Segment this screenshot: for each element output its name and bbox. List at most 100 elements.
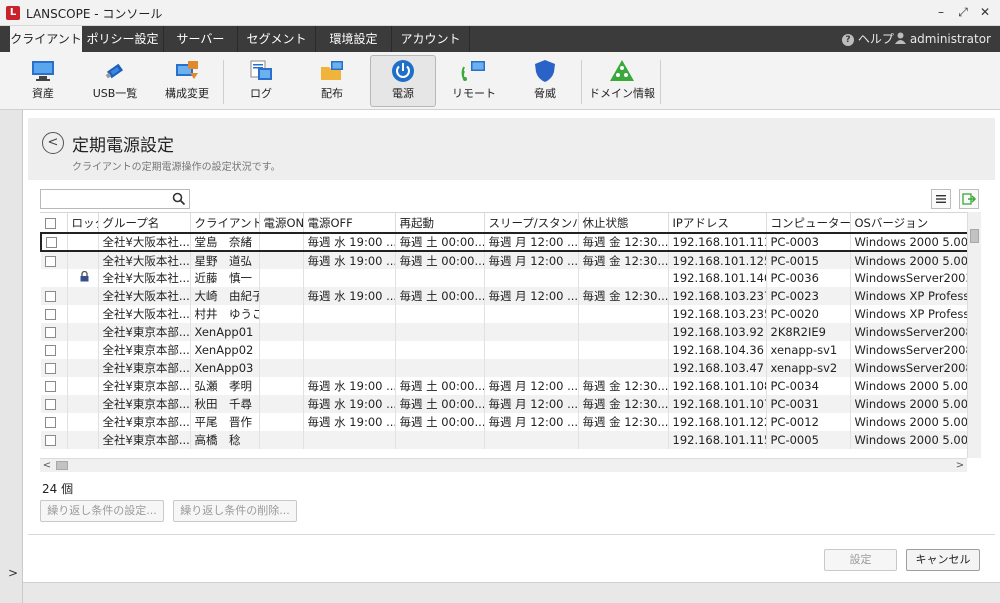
- tab-policy[interactable]: ポリシー設定: [82, 26, 164, 52]
- help-link[interactable]: ? ヘルプ: [842, 26, 894, 52]
- search-input[interactable]: [40, 189, 190, 209]
- tool-log[interactable]: ログ: [232, 56, 290, 108]
- table-cell: 毎週 水 19:00 ...: [303, 377, 396, 395]
- column-header[interactable]: コンピューター名: [766, 213, 851, 234]
- user-name: administrator: [909, 32, 991, 46]
- tab-environment[interactable]: 環境設定: [316, 26, 392, 52]
- maximize-button[interactable]: ⤢: [952, 3, 974, 21]
- row-checkbox[interactable]: [45, 327, 56, 338]
- list-icon: [936, 195, 946, 203]
- table-cell: 毎週 土 00:00...: [395, 287, 485, 305]
- table-row[interactable]: 全社¥大阪本社... 堂島 奈緒 毎週 水 19:00 ... 毎週 土 00:00.…: [40, 232, 967, 252]
- table-cell: 2K8R2IE9: [766, 323, 851, 341]
- column-header[interactable]: クライアント名: [190, 213, 260, 234]
- table-row[interactable]: 全社¥東京本部... 秋田 千尋 毎週 水 19:00 ... 毎週 土 00:00.…: [41, 395, 967, 413]
- table-cell: [484, 305, 579, 323]
- tool-usb[interactable]: USB一覧: [86, 56, 144, 108]
- table-row[interactable]: 全社¥東京本部... 高橋 稔 192.168.101.115 PC-0005 Wind…: [41, 431, 967, 449]
- column-header[interactable]: グループ名: [98, 213, 191, 234]
- row-checkbox[interactable]: [45, 255, 56, 267]
- lock-cell: [67, 395, 99, 413]
- table-cell: [484, 269, 579, 287]
- column-header-select[interactable]: [41, 213, 68, 234]
- table-cell: [578, 431, 669, 449]
- table-cell: 全社¥東京本部...: [98, 377, 191, 395]
- column-header[interactable]: 電源ON: [259, 213, 304, 234]
- row-checkbox[interactable]: [45, 435, 56, 446]
- app-logo-icon: L: [6, 6, 20, 20]
- close-button[interactable]: ✕: [974, 3, 996, 21]
- tool-config-change[interactable]: 構成変更: [158, 56, 216, 108]
- row-checkbox[interactable]: [45, 291, 56, 302]
- table-row[interactable]: 全社¥東京本部... XenApp03 192.168.103.47 xenapp-s…: [41, 359, 967, 377]
- table-row[interactable]: 全社¥大阪本社... 星野 道弘 毎週 水 19:00 ... 毎週 土 00:00.…: [41, 251, 967, 269]
- tool-domain-info[interactable]: ドメイン情報: [588, 56, 656, 108]
- tab-client[interactable]: クライアント: [10, 26, 82, 52]
- export-button[interactable]: [959, 189, 979, 209]
- row-checkbox[interactable]: [45, 309, 56, 320]
- column-header[interactable]: IPアドレス: [668, 213, 767, 234]
- vertical-scrollbar[interactable]: [967, 212, 981, 458]
- tab-server[interactable]: サーバー: [164, 26, 238, 52]
- table-cell: Windows 2000 5.00.: [850, 395, 967, 413]
- table-cell: xenapp-sv1: [766, 341, 851, 359]
- column-header[interactable]: 電源OFF: [303, 213, 396, 234]
- table-row[interactable]: 全社¥東京本部... 平尾 晋作 毎週 水 19:00 ... 毎週 土 00:00.…: [41, 413, 967, 431]
- repeat-condition-set-button[interactable]: 繰り返し条件の設定...: [40, 500, 164, 522]
- table-cell: [259, 413, 304, 431]
- horizontal-scrollbar[interactable]: < >: [40, 458, 967, 472]
- tool-distribute[interactable]: 配布: [303, 56, 361, 108]
- tool-remote[interactable]: リモート: [445, 56, 503, 108]
- scroll-right-arrow[interactable]: >: [953, 459, 967, 473]
- tab-segment[interactable]: セグメント: [238, 26, 316, 52]
- row-checkbox[interactable]: [45, 345, 56, 356]
- column-header[interactable]: 再起動: [395, 213, 485, 234]
- apply-button[interactable]: 設定: [824, 549, 897, 571]
- table-cell: 毎週 水 19:00 ...: [303, 251, 396, 269]
- horizontal-scroll-thumb[interactable]: [56, 461, 68, 470]
- column-header[interactable]: OSバージョン: [850, 213, 967, 234]
- tool-power[interactable]: 電源: [370, 55, 436, 107]
- user-menu[interactable]: administrator: [895, 26, 991, 52]
- table-cell: 全社¥大阪本社...: [98, 269, 191, 287]
- table-row[interactable]: 全社¥大阪本社... 村井 ゆうこ 192.168.103.235 PC-0020 Wi…: [41, 305, 967, 323]
- repeat-condition-delete-button[interactable]: 繰り返し条件の削除...: [173, 500, 297, 522]
- column-header[interactable]: 休止状態: [578, 213, 669, 234]
- table-row[interactable]: 全社¥大阪本社... 大崎 由紀子 毎週 水 19:00 ... 毎週 土 00:00…: [41, 287, 967, 305]
- column-header[interactable]: スリープ/スタンバイ: [484, 213, 579, 234]
- minimize-button[interactable]: –: [930, 3, 952, 21]
- tool-threat[interactable]: 脅威: [516, 56, 574, 108]
- table-row[interactable]: 全社¥東京本部... XenApp01 192.168.103.92 2K8R2IE9…: [41, 323, 967, 341]
- cancel-button[interactable]: キャンセル: [906, 549, 980, 571]
- row-select-cell: [41, 341, 68, 359]
- table-cell: 村井 ゆうこ: [190, 305, 260, 323]
- column-list-button[interactable]: [931, 189, 951, 209]
- row-checkbox[interactable]: [45, 417, 56, 428]
- monitor-icon: [32, 61, 54, 81]
- vertical-scroll-thumb[interactable]: [970, 229, 979, 243]
- row-checkbox[interactable]: [45, 381, 56, 392]
- back-button[interactable]: <: [42, 132, 64, 154]
- search-icon[interactable]: [172, 192, 186, 206]
- column-header[interactable]: ロック: [67, 213, 99, 234]
- table-cell: [303, 341, 396, 359]
- table-cell: [259, 359, 304, 377]
- row-checkbox[interactable]: [46, 237, 57, 248]
- tool-distribute-label: 配布: [321, 87, 343, 100]
- tab-account[interactable]: アカウント: [392, 26, 470, 52]
- table-row[interactable]: 全社¥大阪本社... 近藤 慎一 192.168.101.140 PC-0036 Win…: [41, 269, 967, 287]
- expand-panel-icon[interactable]: >: [8, 566, 18, 580]
- select-all-checkbox[interactable]: [45, 217, 56, 229]
- window-title: LANSCOPE - コンソール: [26, 7, 163, 21]
- toolbar-separator: [223, 60, 224, 104]
- scroll-left-arrow[interactable]: <: [40, 459, 54, 473]
- tool-remote-label: リモート: [452, 87, 496, 100]
- table-cell: 毎週 月 12:00 ...: [484, 287, 579, 305]
- table-cell: 毎週 金 12:30...: [578, 413, 669, 431]
- table-row[interactable]: 全社¥東京本部... 弘瀬 孝明 毎週 水 19:00 ... 毎週 土 00:00.…: [41, 377, 967, 395]
- table-cell: [259, 395, 304, 413]
- row-checkbox[interactable]: [45, 399, 56, 410]
- table-row[interactable]: 全社¥東京本部... XenApp02 192.168.104.36 xenapp-s…: [41, 341, 967, 359]
- row-checkbox[interactable]: [45, 363, 56, 374]
- tool-assets[interactable]: 資産: [14, 56, 72, 108]
